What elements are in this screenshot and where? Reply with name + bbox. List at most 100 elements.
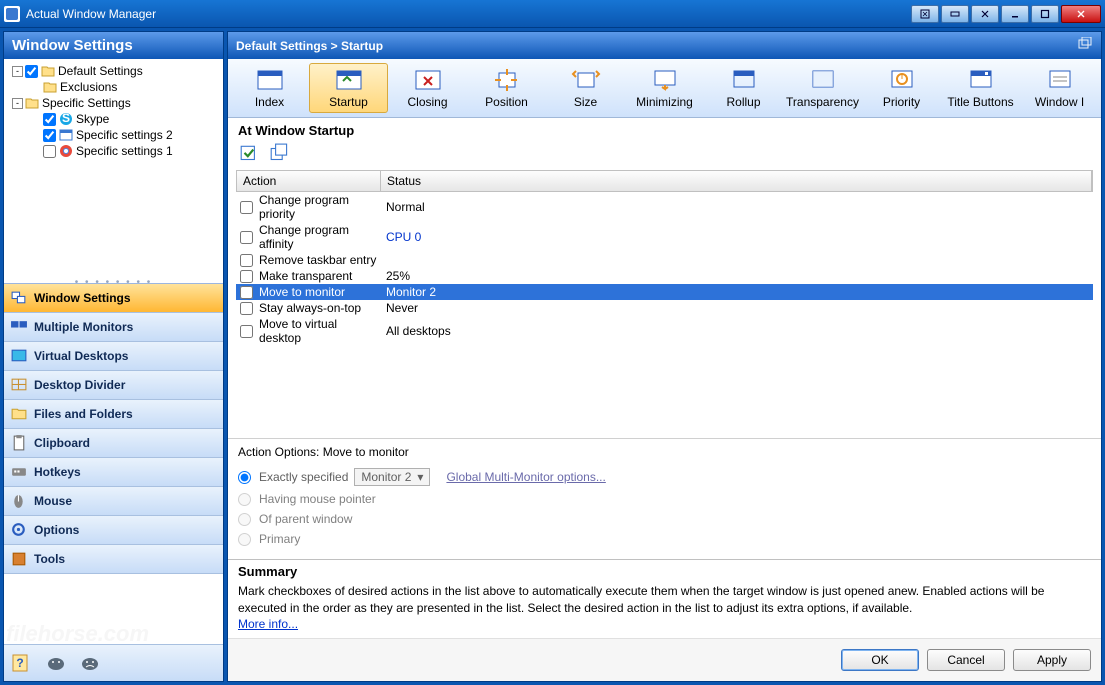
tree-checkbox[interactable] bbox=[25, 65, 38, 78]
windows-icon bbox=[10, 289, 28, 307]
divider-icon bbox=[10, 376, 28, 394]
tree-item-specific-settings[interactable]: -Specific Settings bbox=[8, 95, 219, 111]
col-action[interactable]: Action bbox=[237, 171, 381, 191]
nav-item-options[interactable]: Options bbox=[4, 516, 223, 545]
feedback-bad-icon[interactable] bbox=[78, 651, 102, 675]
nav-item-virtual-desktops[interactable]: Virtual Desktops bbox=[4, 342, 223, 371]
nav-list: Window SettingsMultiple MonitorsVirtual … bbox=[4, 283, 223, 574]
table-row[interactable]: Move to virtual desktopAll desktops bbox=[236, 316, 1093, 346]
option-having-mouse[interactable]: Having mouse pointer bbox=[238, 489, 1091, 509]
extra-button-1[interactable] bbox=[911, 5, 939, 23]
toolbar-position[interactable]: Position bbox=[467, 63, 546, 113]
options-icon bbox=[10, 521, 28, 539]
toolbar-minimizing[interactable]: Minimizing bbox=[625, 63, 704, 113]
radio-mouse[interactable] bbox=[238, 493, 251, 506]
toolbar-rollup[interactable]: Rollup bbox=[704, 63, 783, 113]
row-checkbox[interactable] bbox=[240, 254, 253, 267]
table-row[interactable]: Stay always-on-topNever bbox=[236, 300, 1093, 316]
nav-item-clipboard[interactable]: Clipboard bbox=[4, 429, 223, 458]
radio-exactly[interactable] bbox=[238, 471, 251, 484]
tree-item-skype[interactable]: SSkype bbox=[8, 111, 219, 127]
toolbar-icon bbox=[570, 67, 602, 93]
tree-checkbox[interactable] bbox=[43, 129, 56, 142]
grid-body[interactable]: Change program priorityNormalChange prog… bbox=[236, 192, 1093, 346]
toolbar-label: Window I bbox=[1035, 95, 1084, 109]
tree-checkbox[interactable] bbox=[43, 145, 56, 158]
toolbar-priority[interactable]: Priority bbox=[862, 63, 941, 113]
col-status[interactable]: Status bbox=[381, 171, 1092, 191]
table-row[interactable]: Change program affinityCPU 0 bbox=[236, 222, 1093, 252]
row-action: Remove taskbar entry bbox=[259, 253, 376, 267]
row-checkbox[interactable] bbox=[240, 325, 253, 338]
radio-parent[interactable] bbox=[238, 513, 251, 526]
table-row[interactable]: Change program priorityNormal bbox=[236, 192, 1093, 222]
cancel-button[interactable]: Cancel bbox=[927, 649, 1005, 671]
tree-twist-icon[interactable]: - bbox=[12, 66, 23, 77]
toolbar-index[interactable]: Index bbox=[230, 63, 309, 113]
table-row[interactable]: Move to monitorMonitor 2 bbox=[236, 284, 1093, 300]
tree-checkbox[interactable] bbox=[43, 113, 56, 126]
settings-tree[interactable]: -Default SettingsExclusions-Specific Set… bbox=[4, 59, 223, 277]
options-title: Action Options: Move to monitor bbox=[228, 439, 1101, 463]
feedback-good-icon[interactable] bbox=[44, 651, 68, 675]
toolbar-icon bbox=[649, 67, 681, 93]
extra-button-3[interactable] bbox=[971, 5, 999, 23]
check-all-icon[interactable] bbox=[238, 142, 262, 164]
nav-item-files-and-folders[interactable]: Files and Folders bbox=[4, 400, 223, 429]
toolbar-closing[interactable]: Closing bbox=[388, 63, 467, 113]
row-checkbox[interactable] bbox=[240, 201, 253, 214]
toolbar-window-i[interactable]: Window I bbox=[1020, 63, 1099, 113]
monitor-select[interactable]: Monitor 2 ▾ bbox=[354, 468, 430, 486]
monitor-select-value: Monitor 2 bbox=[361, 470, 411, 484]
table-row[interactable]: Remove taskbar entry bbox=[236, 252, 1093, 268]
option-of-parent[interactable]: Of parent window bbox=[238, 509, 1091, 529]
tree-item-specific-settings-2[interactable]: Specific settings 2 bbox=[8, 127, 219, 143]
nav-item-window-settings[interactable]: Window Settings bbox=[4, 284, 223, 313]
more-info-link[interactable]: More info... bbox=[238, 617, 298, 631]
toolbar-title-buttons[interactable]: Title Buttons bbox=[941, 63, 1020, 113]
toolbar-icon bbox=[412, 67, 444, 93]
tree-item-specific-settings-1[interactable]: Specific settings 1 bbox=[8, 143, 219, 159]
maximize-button[interactable] bbox=[1031, 5, 1059, 23]
toolbar-label: Position bbox=[485, 95, 528, 109]
folders-icon bbox=[10, 405, 28, 423]
toolbar-icon bbox=[807, 67, 839, 93]
row-checkbox[interactable] bbox=[240, 286, 253, 299]
row-checkbox[interactable] bbox=[240, 231, 253, 244]
help-icon[interactable]: ? bbox=[10, 651, 34, 675]
actions-grid: Action Status Change program priorityNor… bbox=[236, 170, 1093, 346]
radio-primary[interactable] bbox=[238, 533, 251, 546]
extra-button-2[interactable] bbox=[941, 5, 969, 23]
app-icon bbox=[4, 6, 20, 22]
sidebar-bottom-toolbar: ? bbox=[4, 644, 223, 681]
nav-item-multiple-monitors[interactable]: Multiple Monitors bbox=[4, 313, 223, 342]
ok-button[interactable]: OK bbox=[841, 649, 919, 671]
option-exactly-specified[interactable]: Exactly specified Monitor 2 ▾ Global Mul… bbox=[238, 465, 1091, 489]
toolbar-label: Transparency bbox=[786, 95, 859, 109]
toolbar-size[interactable]: Size bbox=[546, 63, 625, 113]
breadcrumb: Default Settings > Startup bbox=[236, 39, 383, 53]
chrome-icon bbox=[59, 144, 73, 158]
table-row[interactable]: Make transparent25% bbox=[236, 268, 1093, 284]
apply-button[interactable]: Apply bbox=[1013, 649, 1091, 671]
tree-twist-icon[interactable]: - bbox=[12, 98, 23, 109]
nav-item-desktop-divider[interactable]: Desktop Divider bbox=[4, 371, 223, 400]
minimize-button[interactable] bbox=[1001, 5, 1029, 23]
nav-item-hotkeys[interactable]: Hotkeys bbox=[4, 458, 223, 487]
nav-item-tools[interactable]: Tools bbox=[4, 545, 223, 574]
global-multimonitor-link[interactable]: Global Multi-Monitor options... bbox=[446, 470, 605, 484]
section-tools bbox=[228, 140, 1101, 170]
row-checkbox[interactable] bbox=[240, 270, 253, 283]
close-button[interactable] bbox=[1061, 5, 1101, 23]
toolbar-startup[interactable]: Startup bbox=[309, 63, 388, 113]
toolbar-transparency[interactable]: Transparency bbox=[783, 63, 862, 113]
toolbar-label: Title Buttons bbox=[947, 95, 1013, 109]
tree-item-exclusions[interactable]: Exclusions bbox=[8, 79, 219, 95]
duplicate-icon[interactable] bbox=[1077, 37, 1093, 54]
option-primary[interactable]: Primary bbox=[238, 529, 1091, 549]
nav-item-mouse[interactable]: Mouse bbox=[4, 487, 223, 516]
row-checkbox[interactable] bbox=[240, 302, 253, 315]
uncheck-all-icon[interactable] bbox=[268, 142, 292, 164]
tree-item-default-settings[interactable]: -Default Settings bbox=[8, 63, 219, 79]
cpu-link[interactable]: CPU 0 bbox=[386, 230, 421, 244]
